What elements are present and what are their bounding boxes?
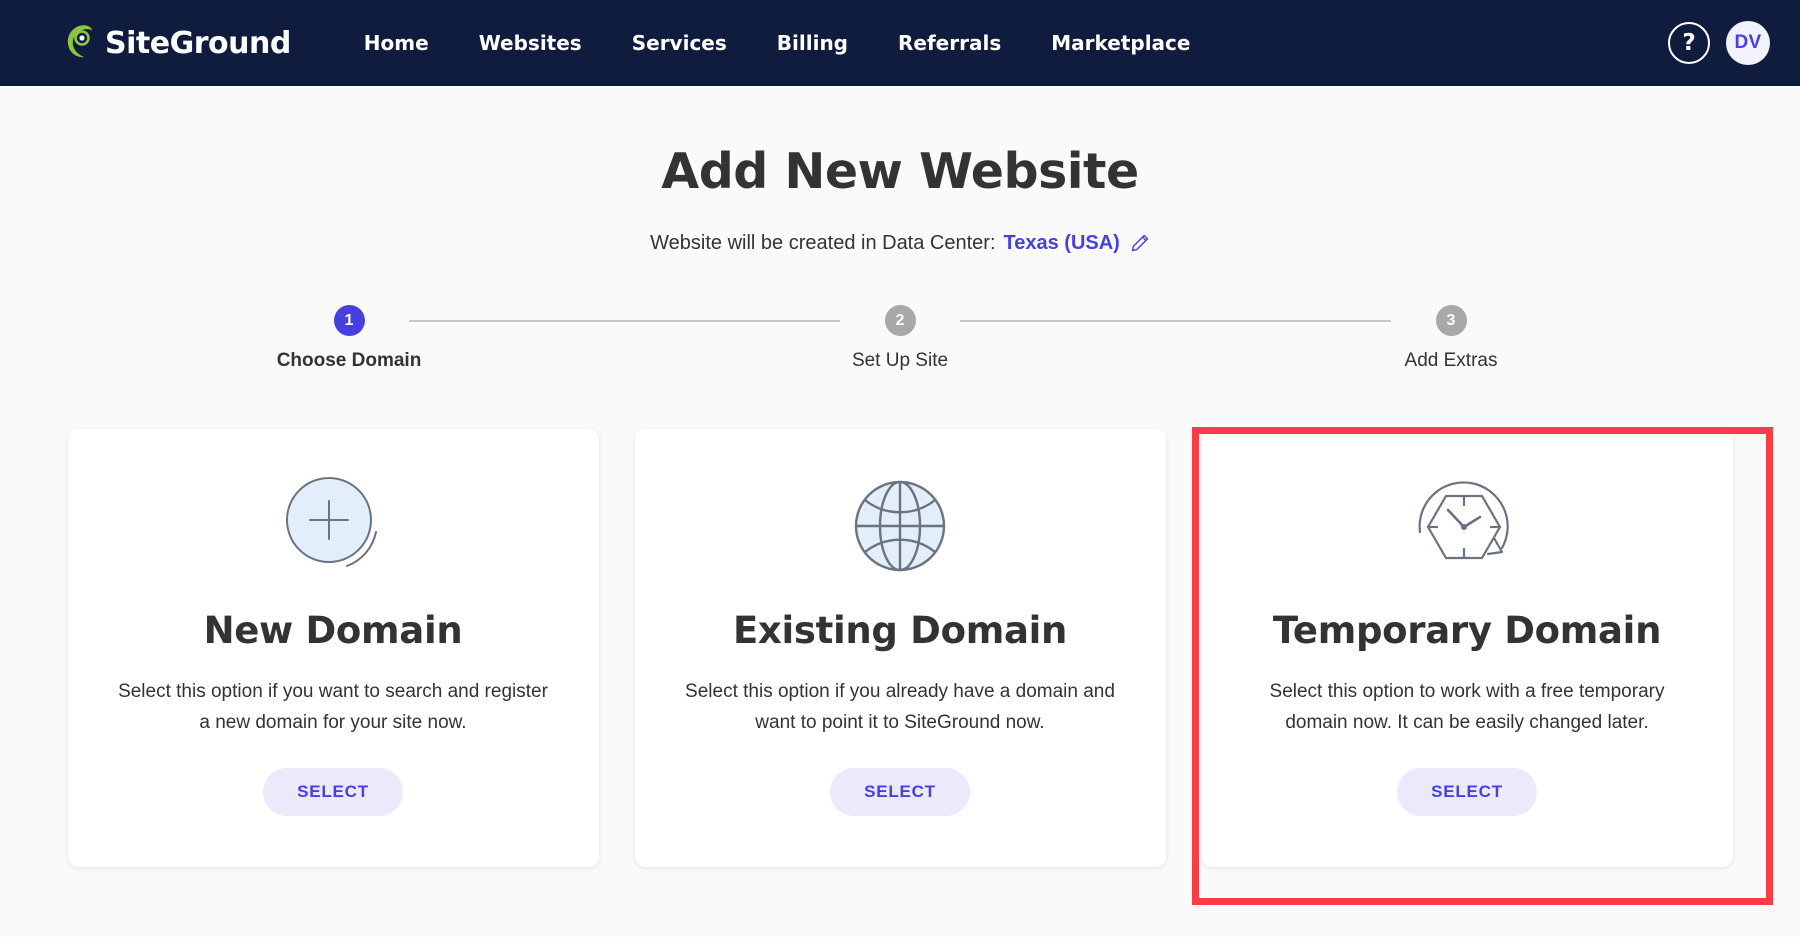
page-content: Add New Website Website will be created … <box>0 86 1800 937</box>
new-domain-card-description: Select this option if you want to search… <box>118 681 548 733</box>
brand-name-text: SiteGround <box>105 25 291 61</box>
step-label-2: Set Up Site <box>851 350 949 371</box>
temporary-domain-select-button[interactable]: SELECT <box>1397 768 1537 816</box>
temporary-clock-icon <box>1408 467 1526 585</box>
step-label-1: Choose Domain <box>276 350 422 371</box>
stepper-connector-2 <box>960 320 1391 322</box>
page-title: Add New Website <box>661 143 1139 200</box>
domain-option-cards: New Domain Select this option if you wan… <box>67 429 1733 867</box>
existing-domain-card-title: Existing Domain <box>732 609 1068 652</box>
globe-icon-svg <box>854 480 946 572</box>
datacenter-row: Website will be created in Data Center: … <box>0 232 1800 255</box>
nav-link-websites[interactable]: Websites <box>454 21 607 65</box>
siteground-spiral-logo <box>67 25 92 58</box>
temporary-domain-card-description: Select this option to work with a free t… <box>1269 681 1665 733</box>
globe-icon <box>844 467 956 585</box>
stepper-connector-1 <box>409 320 840 322</box>
step-number-1: 1 <box>333 305 365 336</box>
step-number-3: 3 <box>1435 305 1467 336</box>
datacenter-value-link[interactable]: Texas (USA) <box>1004 232 1120 255</box>
plus-circle-icon <box>277 467 389 585</box>
top-navigation-bar: SiteGround Home Websites Services Billin… <box>0 0 1800 86</box>
step-label-3: Add Extras <box>1404 350 1498 371</box>
nav-link-referrals[interactable]: Referrals <box>873 21 1026 65</box>
new-domain-select-button[interactable]: SELECT <box>263 768 403 816</box>
nav-link-marketplace[interactable]: Marketplace <box>1026 21 1215 65</box>
existing-domain-card[interactable]: Existing Domain Select this option if yo… <box>634 429 1166 867</box>
nav-link-home[interactable]: Home <box>339 21 454 65</box>
step-number-2: 2 <box>884 305 916 336</box>
stepper-step-set-up-site[interactable]: 2 Set Up Site <box>840 305 960 372</box>
plus-circle-icon-svg <box>286 477 377 567</box>
nav-right-controls: ? DV <box>1668 0 1770 86</box>
nav-link-billing[interactable]: Billing <box>752 21 873 65</box>
primary-nav-links: Home Websites Services Billing Referrals… <box>339 21 1216 65</box>
existing-domain-select-button[interactable]: SELECT <box>830 768 970 816</box>
temporary-domain-card-title: Temporary Domain <box>1272 609 1662 652</box>
datacenter-label: Website will be created in Data Center: <box>650 232 996 254</box>
user-avatar[interactable]: DV <box>1726 21 1770 65</box>
temporary-domain-card[interactable]: Temporary Domain Select this option to w… <box>1201 429 1733 867</box>
pencil-icon[interactable] <box>1130 233 1150 253</box>
stepper-step-choose-domain[interactable]: 1 Choose Domain <box>277 305 421 372</box>
help-question-icon[interactable]: ? <box>1668 22 1710 64</box>
new-domain-card-title: New Domain <box>203 609 463 652</box>
new-domain-card[interactable]: New Domain Select this option if you wan… <box>67 429 599 867</box>
existing-domain-card-description: Select this option if you already have a… <box>685 681 1115 733</box>
stepper-step-add-extras[interactable]: 3 Add Extras <box>1391 305 1511 372</box>
nav-link-services[interactable]: Services <box>607 21 752 65</box>
progress-stepper: 1 Choose Domain 2 Set Up Site 3 Add Extr… <box>277 305 1511 372</box>
brand-logo-link[interactable]: SiteGround <box>66 24 291 62</box>
temporary-clock-icon-svg <box>1418 481 1509 560</box>
